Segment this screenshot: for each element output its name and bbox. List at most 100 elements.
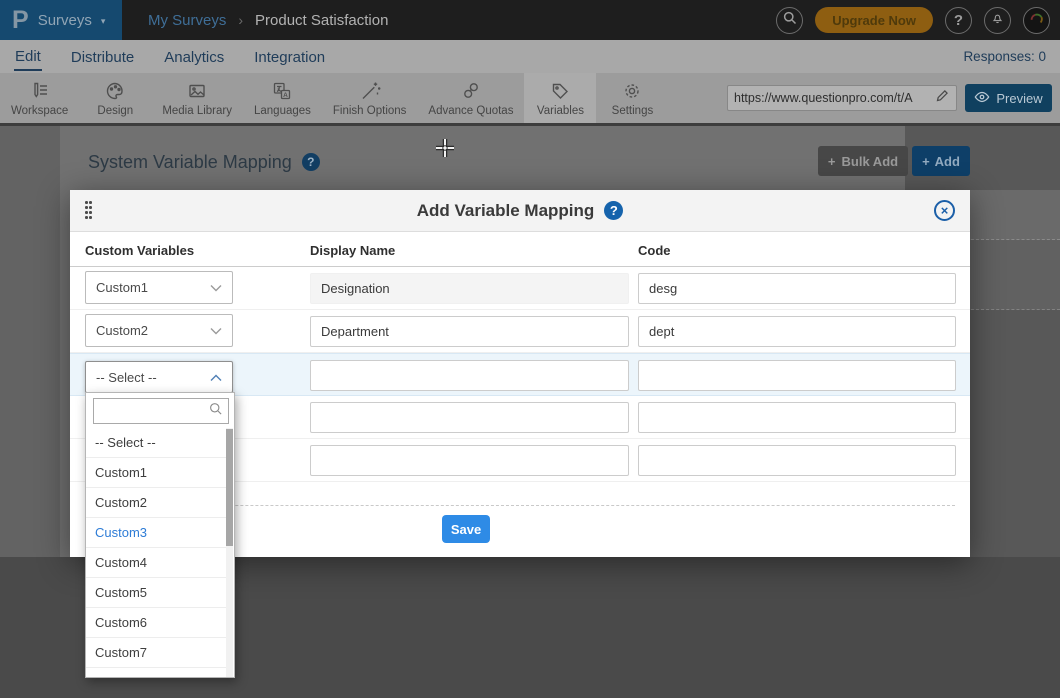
tab-integration[interactable]: Integration [253,44,326,70]
custom-variable-select-open[interactable]: -- Select -- [85,361,233,393]
mapping-row: Custom1 [70,267,970,310]
dropdown-scrollbar-thumb[interactable] [226,429,233,546]
palette-icon [104,80,126,102]
dropdown-option-list: -- Select -- Custom1 Custom2 Custom3 Cus… [86,428,229,678]
tab-edit[interactable]: Edit [14,43,42,71]
save-button[interactable]: Save [442,515,490,543]
workspace-icon [29,80,51,102]
survey-url-field [727,85,957,111]
responses-count: Responses: 0 [963,49,1046,64]
dropdown-option[interactable]: Custom6 [86,608,229,638]
close-icon[interactable]: × [934,200,955,221]
section-tabs: Edit Distribute Analytics Integration Re… [0,40,1060,73]
breadcrumb-my-surveys[interactable]: My Surveys [148,12,226,29]
plus-icon: + [828,154,836,169]
code-input[interactable] [638,273,956,304]
magic-wand-icon [359,80,381,102]
page-help-icon[interactable]: ? [302,153,320,171]
display-name-input[interactable] [310,273,629,304]
product-name: Surveys [38,12,92,29]
mapping-row: Custom2 [70,310,970,353]
toolbar-item-workspace[interactable]: Workspace [0,73,79,123]
page-title: System Variable Mapping [88,152,292,173]
add-variable-mapping-modal: Add Variable Mapping ? × Custom Variable… [70,190,970,557]
product-switcher[interactable]: P Surveys ▾ [0,0,122,40]
eye-icon [974,91,990,106]
notifications-button[interactable] [984,7,1011,34]
avatar-logo-icon [1028,9,1046,32]
dropdown-option[interactable]: Custom1 [86,458,229,488]
custom-variable-select[interactable]: Custom1 [85,271,233,304]
modal-title: Add Variable Mapping [417,201,595,221]
edit-toolbar: Workspace Design Media Library A Languag… [0,73,1060,123]
top-bar: P Surveys ▾ My Surveys › Product Satisfa… [0,0,1060,40]
questionpro-logo: P [12,8,29,33]
toolbar-item-languages[interactable]: A Languages [243,73,322,123]
toolbar-item-media-library[interactable]: Media Library [151,73,243,123]
plus-icon: + [922,154,930,169]
gear-icon [621,80,643,102]
dropdown-search-field [93,398,229,424]
toolbar-item-finish-options[interactable]: Finish Options [322,73,418,123]
help-button[interactable]: ? [945,7,972,34]
column-header-custom-variables: Custom Variables [85,243,194,258]
display-name-input[interactable] [310,445,629,476]
breadcrumb: My Surveys › Product Satisfaction [148,0,388,40]
toolbar-shadow [0,123,1060,126]
column-header-display-name: Display Name [310,243,395,258]
chevron-up-icon [210,370,222,385]
page-background-left [0,126,60,557]
tab-distribute[interactable]: Distribute [70,44,135,70]
dropdown-option-highlighted[interactable]: Custom3 [86,518,229,548]
dropdown-option[interactable]: -- Select -- [86,428,229,458]
mapping-table-header: Custom Variables Display Name Code [70,238,970,267]
bell-icon [990,10,1005,30]
upgrade-now-button[interactable]: Upgrade Now [815,7,933,33]
modal-help-icon[interactable]: ? [604,201,623,220]
edit-url-pencil-icon[interactable] [935,88,950,108]
preview-button[interactable]: Preview [965,84,1052,112]
display-name-input[interactable] [310,360,629,391]
translate-icon: A [271,80,293,102]
account-avatar[interactable] [1023,7,1050,34]
question-mark-icon: ? [954,12,963,29]
drag-handle[interactable] [85,201,93,221]
tab-analytics[interactable]: Analytics [163,44,225,70]
tag-icon [549,80,571,102]
dropdown-search-input[interactable] [99,404,208,418]
mapping-row-active: -- Select -- [70,353,970,396]
survey-url-input[interactable] [734,91,935,105]
code-input[interactable] [638,445,956,476]
breadcrumb-separator-icon: › [238,12,243,28]
chevron-down-icon [210,280,222,295]
modal-header: Add Variable Mapping ? × [70,190,970,232]
toolbar-item-variables[interactable]: Variables [524,73,596,123]
custom-variable-dropdown: -- Select -- Custom1 Custom2 Custom3 Cus… [85,392,235,678]
dropdown-option[interactable]: Custom4 [86,548,229,578]
dropdown-option[interactable]: Custom8 [86,668,229,678]
dropdown-option[interactable]: Custom2 [86,488,229,518]
code-input[interactable] [638,316,956,347]
search-icon [782,10,797,30]
search-button[interactable] [776,7,803,34]
dropdown-option[interactable]: Custom7 [86,638,229,668]
svg-text:A: A [284,92,289,99]
code-input[interactable] [638,360,956,391]
toolbar-item-settings[interactable]: Settings [596,73,668,123]
bulk-add-button[interactable]: + Bulk Add [818,146,908,176]
display-name-input[interactable] [310,402,629,433]
custom-variable-select[interactable]: Custom2 [85,314,233,347]
column-header-code: Code [638,243,671,258]
add-button[interactable]: + Add [912,146,970,176]
display-name-input[interactable] [310,316,629,347]
dropdown-option[interactable]: Custom5 [86,578,229,608]
toolbar-item-advance-quotas[interactable]: Advance Quotas [417,73,524,123]
chevron-down-icon [210,323,222,338]
chain-links-icon [460,80,482,102]
image-icon [186,80,208,102]
chevron-down-icon: ▾ [101,16,106,27]
toolbar-item-design[interactable]: Design [79,73,151,123]
code-input[interactable] [638,402,956,433]
breadcrumb-current-survey: Product Satisfaction [255,12,388,29]
search-icon [208,401,223,421]
